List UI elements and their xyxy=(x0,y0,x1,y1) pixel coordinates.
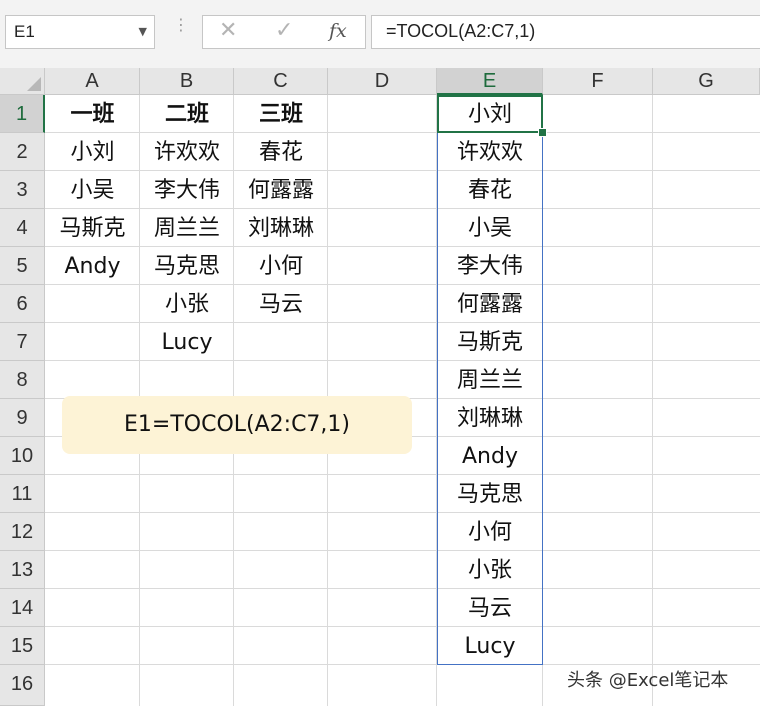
row-header-9[interactable]: 9 xyxy=(0,399,45,437)
name-box[interactable]: E1 ▼ xyxy=(5,15,155,49)
row-header-3[interactable]: 3 xyxy=(0,171,45,209)
active-cell-border xyxy=(437,95,543,133)
spill-range-border xyxy=(437,95,543,665)
gridline xyxy=(652,95,653,706)
column-header-d[interactable]: D xyxy=(328,68,437,95)
cell-b1[interactable]: 二班 xyxy=(140,96,234,134)
cell-a1[interactable]: 一班 xyxy=(45,96,140,134)
row-header-4[interactable]: 4 xyxy=(0,209,45,247)
row-header-8[interactable]: 8 xyxy=(0,361,45,399)
formula-input[interactable]: =TOCOL(A2:C7,1) xyxy=(371,15,760,49)
row-header-1[interactable]: 1 xyxy=(0,95,45,133)
formula-bar-area: E1 ▼ ⋮ ✕ ✓ fx =TOCOL(A2:C7,1) xyxy=(0,0,760,69)
select-all-triangle-icon xyxy=(27,77,41,91)
cell-b2[interactable]: 许欢欢 xyxy=(140,134,234,172)
cell-a2[interactable]: 小刘 xyxy=(45,134,140,172)
fill-handle[interactable] xyxy=(538,128,547,137)
cell-b4[interactable]: 周兰兰 xyxy=(140,210,234,248)
row-header-12[interactable]: 12 xyxy=(0,513,45,551)
cell-c5[interactable]: 小何 xyxy=(234,248,328,286)
chevron-down-icon[interactable]: ▼ xyxy=(139,25,147,38)
gridline xyxy=(45,664,760,665)
row-header-2[interactable]: 2 xyxy=(0,133,45,171)
column-header-c[interactable]: C xyxy=(234,68,328,95)
cell-a4[interactable]: 马斯克 xyxy=(45,210,140,248)
insert-function-icon[interactable]: fx xyxy=(329,20,347,42)
row-header-5[interactable]: 5 xyxy=(0,247,45,285)
enter-icon[interactable]: ✓ xyxy=(275,18,293,43)
row-header-11[interactable]: 11 xyxy=(0,475,45,513)
cell-a3[interactable]: 小吴 xyxy=(45,172,140,210)
cell-c6[interactable]: 马云 xyxy=(234,286,328,324)
row-header-7[interactable]: 7 xyxy=(0,323,45,361)
cell-b5[interactable]: 马克思 xyxy=(140,248,234,286)
column-header-f[interactable]: F xyxy=(543,68,653,95)
column-header-a[interactable]: A xyxy=(45,68,140,95)
row-header-16[interactable]: 16 xyxy=(0,665,45,706)
gridline xyxy=(45,588,760,589)
gridline xyxy=(45,512,760,513)
formula-buttons: ✕ ✓ fx xyxy=(202,15,366,49)
cell-c4[interactable]: 刘琳琳 xyxy=(234,210,328,248)
cancel-icon[interactable]: ✕ xyxy=(219,18,237,43)
gridline xyxy=(45,550,760,551)
cell-c2[interactable]: 春花 xyxy=(234,134,328,172)
cell-a5[interactable]: Andy xyxy=(45,248,140,286)
more-icon: ⋮ xyxy=(173,15,189,34)
cell-b6[interactable]: 小张 xyxy=(140,286,234,324)
cell-b7[interactable]: Lucy xyxy=(140,324,234,362)
cell-c3[interactable]: 何露露 xyxy=(234,172,328,210)
formula-note: E1=TOCOL(A2:C7,1) xyxy=(62,396,412,454)
row-header-13[interactable]: 13 xyxy=(0,551,45,589)
name-box-value: E1 xyxy=(14,22,35,41)
row-header-15[interactable]: 15 xyxy=(0,627,45,665)
cell-b3[interactable]: 李大伟 xyxy=(140,172,234,210)
row-header-6[interactable]: 6 xyxy=(0,285,45,323)
column-header-b[interactable]: B xyxy=(140,68,234,95)
select-all-button[interactable] xyxy=(0,68,45,95)
gridline xyxy=(45,474,760,475)
row-header-14[interactable]: 14 xyxy=(0,589,45,627)
cell-c1[interactable]: 三班 xyxy=(234,96,328,134)
watermark: 头条 @Excel笔记本 xyxy=(567,670,729,691)
column-header-g[interactable]: G xyxy=(653,68,760,95)
gridline xyxy=(45,626,760,627)
formula-text: =TOCOL(A2:C7,1) xyxy=(386,21,536,41)
column-header-e[interactable]: E xyxy=(437,68,543,95)
row-header-10[interactable]: 10 xyxy=(0,437,45,475)
